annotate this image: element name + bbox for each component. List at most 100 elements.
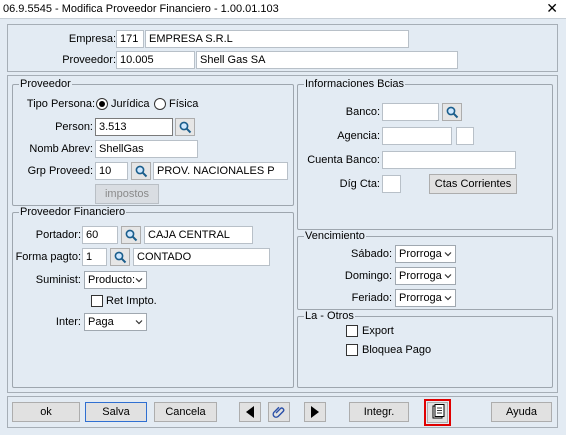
forma-pago-code-field[interactable]: 1: [82, 248, 107, 266]
export-label: Export: [362, 325, 394, 337]
chevron-down-icon: [444, 296, 452, 301]
header-panel: Empresa: 171 EMPRESA S.R.L Proveedor: 10…: [7, 24, 558, 72]
portador-lookup-button[interactable]: [121, 226, 141, 244]
banco-lookup-button[interactable]: [442, 103, 462, 121]
inter-value: Paga: [88, 316, 114, 328]
magnifier-icon: [135, 165, 148, 178]
banco-field[interactable]: [382, 103, 439, 121]
forma-pago-label: Forma pagto:: [15, 251, 81, 263]
agencia-dv-field[interactable]: [456, 127, 474, 145]
feriado-select[interactable]: Prorroga: [395, 289, 456, 307]
fisica-radio[interactable]: [154, 98, 166, 110]
empresa-code-field[interactable]: 171: [116, 30, 144, 48]
forma-pago-name-field[interactable]: CONTADO: [133, 248, 270, 266]
vencimiento-group-title: Vencimiento: [304, 230, 366, 242]
triangle-left-icon: [246, 406, 254, 418]
person-lookup-button[interactable]: [175, 118, 195, 136]
ctas-corrientes-button[interactable]: Ctas Corrientes: [429, 174, 517, 194]
forma-pago-lookup-button[interactable]: [110, 248, 130, 266]
magnifier-icon: [114, 251, 127, 264]
document-button[interactable]: [427, 402, 448, 423]
juridica-radio[interactable]: [96, 98, 108, 110]
person-field[interactable]: 3.513: [95, 118, 173, 136]
juridica-label: Jurídica: [111, 98, 150, 110]
feriado-label: Feriado:: [351, 292, 392, 304]
suminist-value: Producto:: [88, 274, 136, 286]
proveedor-group-title: Proveedor: [19, 78, 72, 90]
title-bar: 06.9.5545 - Modifica Proveedor Financier…: [0, 0, 566, 18]
chevron-down-icon: [135, 278, 143, 283]
empresa-label: Empresa:: [68, 33, 116, 45]
impuestos-button[interactable]: impostos: [95, 184, 159, 204]
tipo-persona-label: Tipo Persona:: [26, 98, 95, 110]
portador-label: Portador:: [35, 229, 81, 241]
triangle-right-icon: [311, 406, 319, 418]
cuenta-banco-field[interactable]: [382, 151, 516, 169]
nomb-abrev-label: Nomb Abrev:: [29, 143, 93, 155]
grp-proveed-lookup-button[interactable]: [131, 162, 151, 180]
cancela-button[interactable]: Cancela: [154, 402, 217, 422]
attach-button[interactable]: [268, 402, 290, 422]
grp-proveed-name-field[interactable]: PROV. NACIONALES P: [153, 162, 288, 180]
proveedor-label: Proveedor:: [62, 54, 116, 66]
proveedor-name-field[interactable]: Shell Gas SA: [196, 51, 458, 69]
dig-cta-label: Díg Cta:: [339, 178, 380, 190]
ayuda-button[interactable]: Ayuda: [491, 402, 552, 422]
domingo-select[interactable]: Prorroga: [395, 267, 456, 285]
dig-cta-field[interactable]: [382, 175, 401, 193]
la-otros-group-title: La - Otros: [304, 310, 355, 322]
chevron-down-icon: [135, 320, 143, 325]
document-icon: [432, 404, 444, 419]
proveedor-group: Proveedor Tipo Persona: Jurídica Física …: [12, 78, 294, 206]
sabado-value: Prorroga: [399, 248, 442, 260]
domingo-label: Domingo:: [344, 270, 392, 282]
fisica-label: Física: [169, 98, 199, 110]
window-title: 06.9.5545 - Modifica Proveedor Financier…: [3, 3, 279, 15]
window-client: Empresa: 171 EMPRESA S.R.L Proveedor: 10…: [0, 18, 566, 435]
banco-label: Banco:: [345, 106, 380, 118]
inter-select[interactable]: Paga: [84, 313, 147, 331]
grp-proveed-code-field[interactable]: 10: [95, 162, 128, 180]
salva-button[interactable]: Salva: [85, 402, 147, 422]
proveedor-code-field[interactable]: 10.005: [116, 51, 195, 69]
magnifier-icon: [125, 229, 138, 242]
chevron-down-icon: [444, 252, 452, 257]
info-bancos-group-title: Informaciones Bcias: [304, 78, 406, 90]
sabado-select[interactable]: Prorroga: [395, 245, 456, 263]
suminist-select[interactable]: Producto:: [84, 271, 147, 289]
proveedor-financiero-group-title: Proveedor Financiero: [19, 206, 127, 218]
feriado-value: Prorroga: [399, 292, 442, 304]
magnifier-icon: [446, 106, 459, 119]
agencia-field[interactable]: [382, 127, 452, 145]
portador-code-field[interactable]: 60: [82, 226, 118, 244]
prev-button[interactable]: [239, 402, 261, 422]
ret-impto-label: Ret Impto.: [106, 295, 157, 307]
chevron-down-icon: [444, 274, 452, 279]
la-otros-group: La - Otros Export Bloquea Pago: [297, 310, 553, 388]
ret-impto-checkbox[interactable]: [91, 295, 103, 307]
domingo-value: Prorroga: [399, 270, 442, 282]
integr-button[interactable]: Integr.: [349, 402, 409, 422]
inter-label: Inter:: [55, 316, 81, 328]
empresa-name-field[interactable]: EMPRESA S.R.L: [145, 30, 409, 48]
nomb-abrev-field[interactable]: ShellGas: [95, 140, 198, 158]
magnifier-icon: [179, 121, 192, 134]
agencia-label: Agencia:: [337, 130, 380, 142]
portador-name-field[interactable]: CAJA CENTRAL: [144, 226, 253, 244]
suminist-label: Suminist:: [35, 274, 81, 286]
ok-button[interactable]: ok: [12, 402, 80, 422]
cuenta-banco-label: Cuenta Banco:: [307, 154, 380, 166]
vencimiento-group: Vencimiento Sábado: Prorroga Domingo: Pr…: [297, 230, 553, 310]
grp-proveed-label: Grp Proveed:: [27, 165, 93, 177]
bloquea-pago-checkbox[interactable]: [346, 344, 358, 356]
main-panel: Proveedor Tipo Persona: Jurídica Física …: [7, 75, 558, 393]
informaciones-bcias-group: Informaciones Bcias Banco: Agencia: Cuen…: [297, 78, 553, 230]
toolbar-panel: ok Salva Cancela Integr. Ayuda: [7, 396, 558, 428]
person-label: Person:: [55, 121, 93, 133]
export-checkbox[interactable]: [346, 325, 358, 337]
close-icon[interactable]: ✕: [546, 0, 558, 17]
paperclip-icon: [272, 406, 285, 418]
proveedor-financiero-group: Proveedor Financiero Portador: 60 CAJA C…: [12, 206, 294, 388]
sabado-label: Sábado:: [351, 248, 392, 260]
next-button[interactable]: [304, 402, 326, 422]
